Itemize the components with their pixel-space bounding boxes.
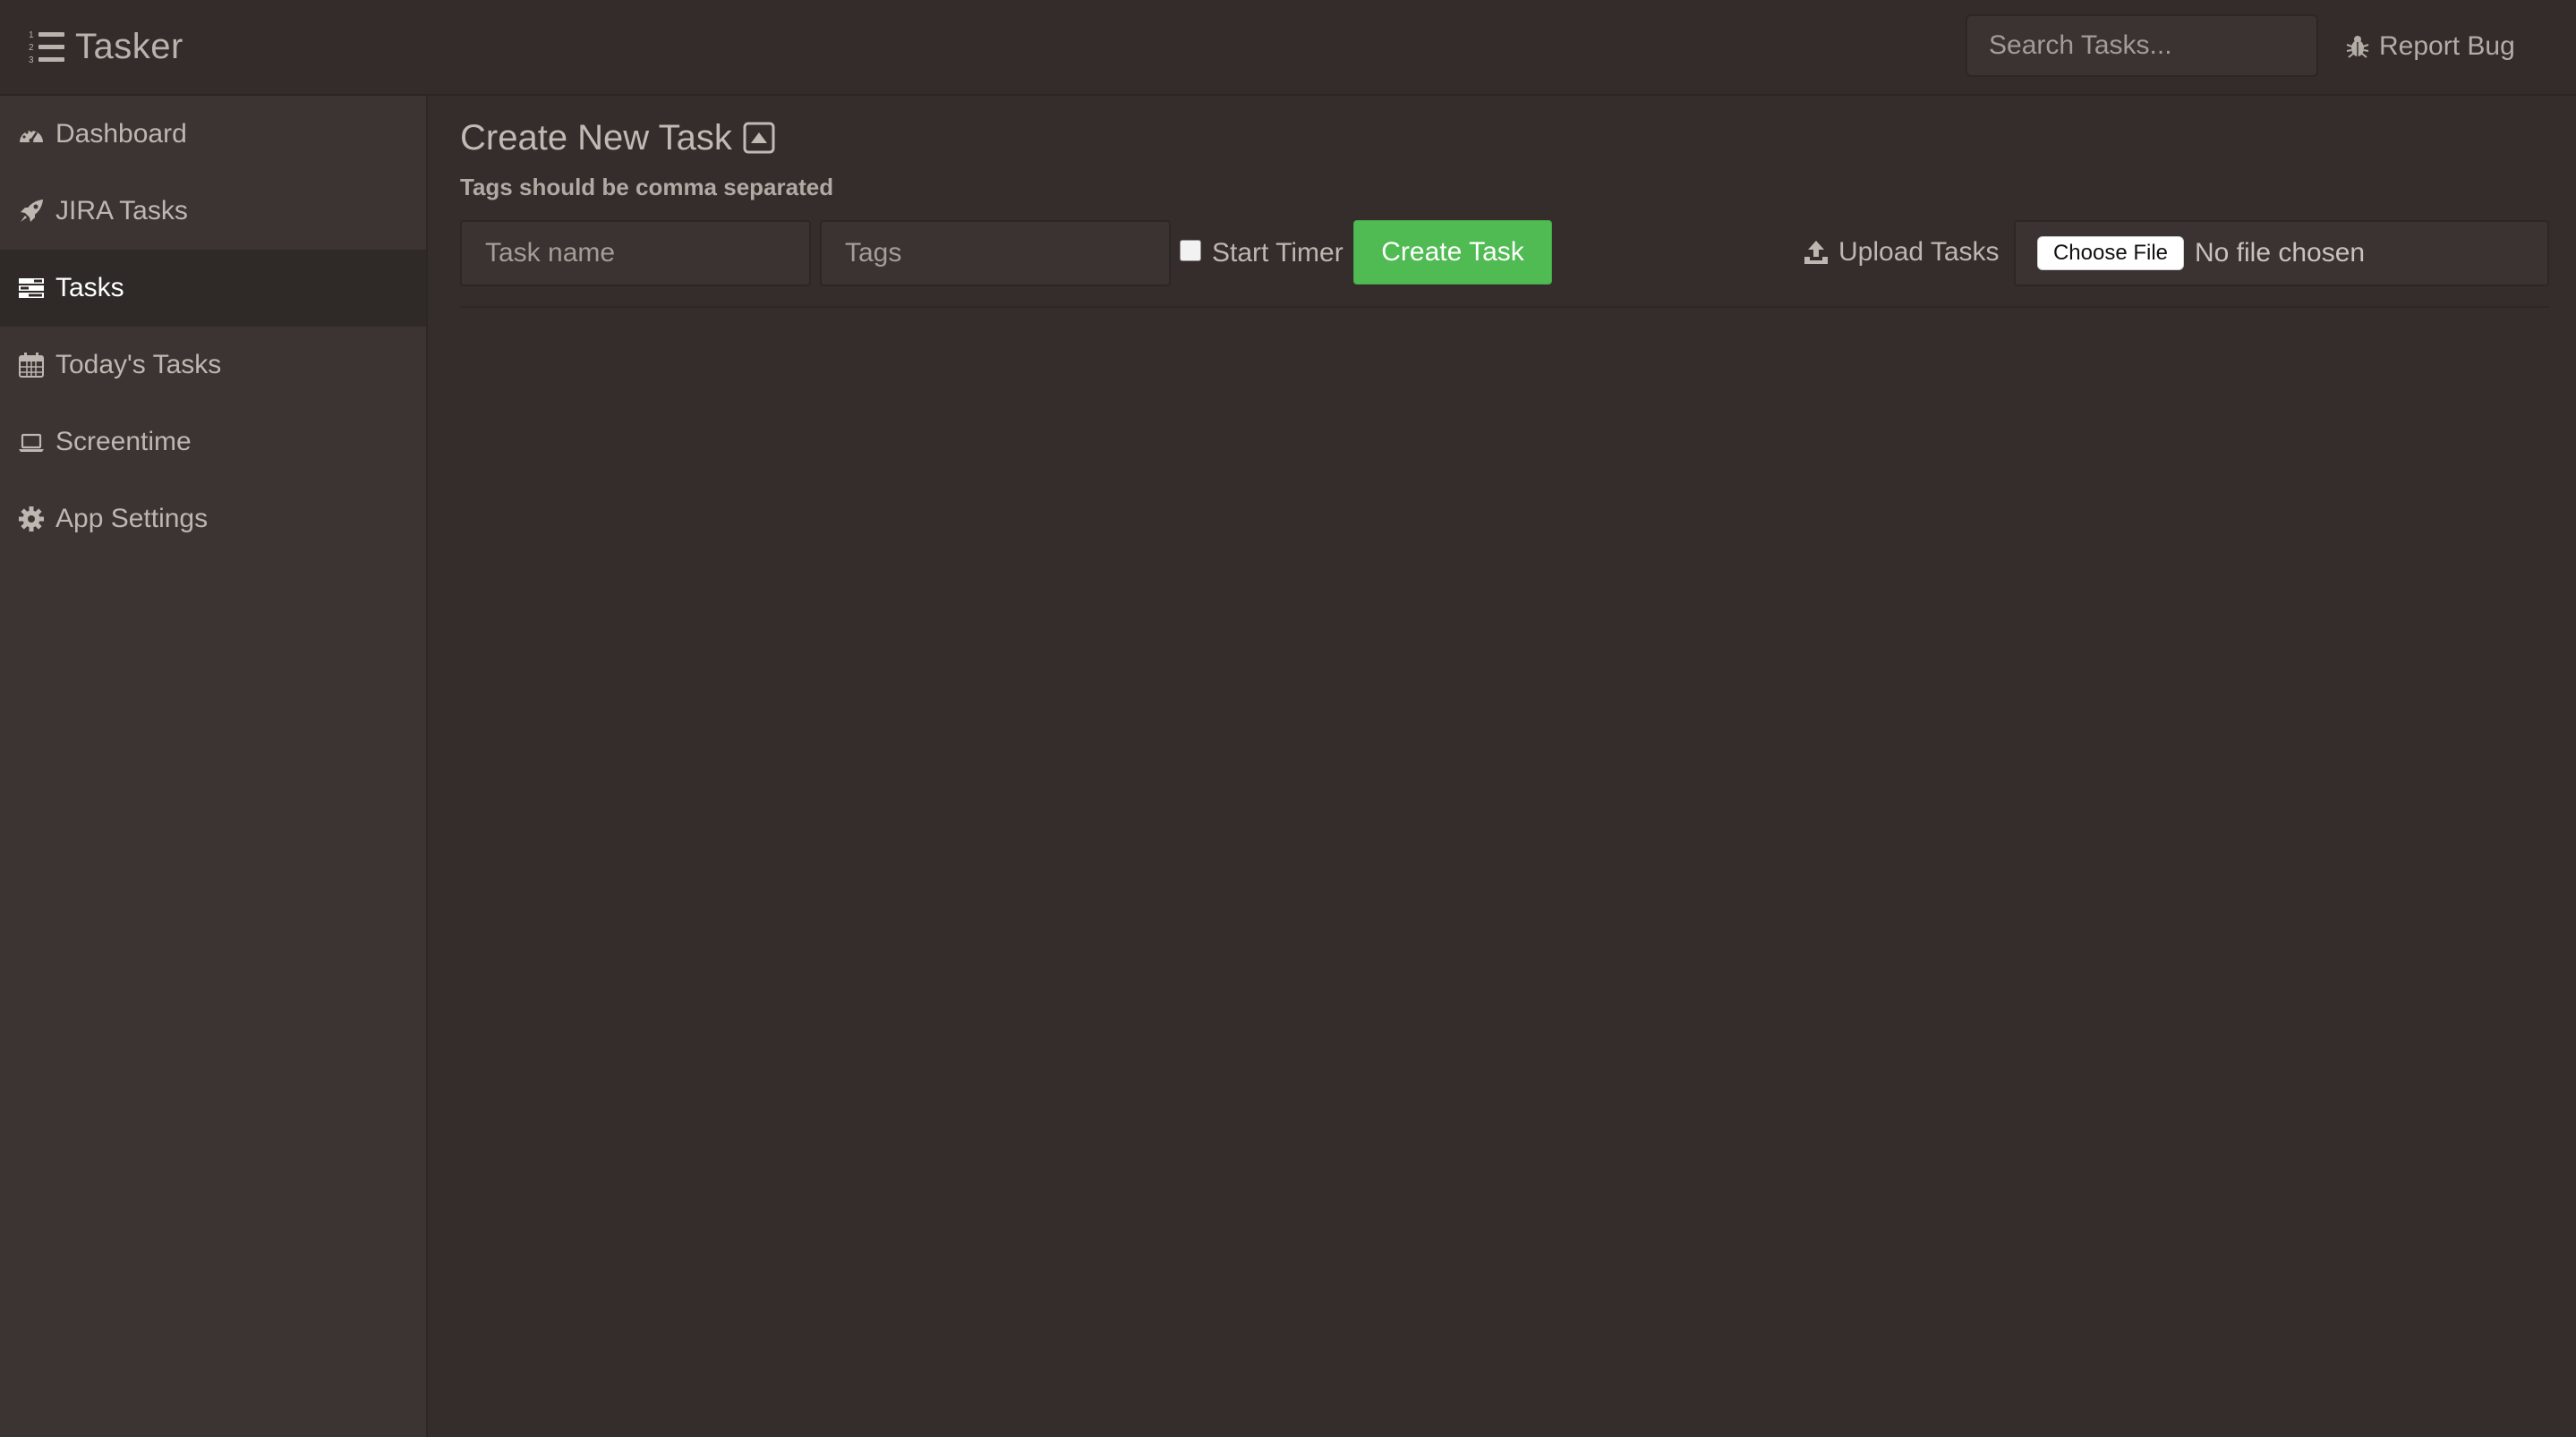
start-timer-toggle[interactable]: Start Timer	[1180, 220, 1343, 286]
sidebar-item-label: Tasks	[55, 273, 124, 302]
ordered-list-icon: 1 2 3	[29, 30, 64, 65]
collapse-up-icon[interactable]	[743, 122, 775, 154]
file-status-text: No file chosen	[2195, 238, 2366, 268]
top-navbar: 1 2 3 Tasker Report Bug	[0, 0, 2576, 96]
search-input[interactable]	[1966, 14, 2318, 77]
upload-icon	[1804, 241, 1828, 264]
sidebar-item-tasks[interactable]: Tasks	[0, 250, 426, 327]
file-upload-field[interactable]: Choose File No file chosen	[2014, 220, 2549, 286]
rocket-icon	[21, 200, 43, 222]
sidebar-item-dashboard[interactable]: Dashboard	[0, 96, 426, 173]
calendar-icon	[19, 353, 44, 378]
task-name-input[interactable]	[460, 220, 811, 286]
svg-text:2: 2	[29, 43, 34, 53]
sidebar: Dashboard JIRA Tasks Tasks Today's Tasks…	[0, 96, 428, 1437]
sidebar-item-label: JIRA Tasks	[55, 196, 188, 225]
create-task-button[interactable]: Create Task	[1353, 220, 1552, 285]
divider	[460, 306, 2549, 308]
tags-hint: Tags should be comma separated	[460, 174, 834, 200]
upload-tasks-label[interactable]: Upload Tasks	[1803, 220, 2000, 285]
gear-icon	[19, 506, 44, 531]
choose-file-button[interactable]: Choose File	[2037, 236, 2184, 270]
tasks-icon	[19, 278, 44, 298]
dashboard-icon	[20, 129, 43, 143]
brand-title: Tasker	[75, 26, 183, 66]
svg-text:3: 3	[29, 55, 34, 65]
sidebar-item-label: Screentime	[55, 427, 192, 456]
page-title-text: Create New Task	[460, 117, 732, 157]
sidebar-item-label: Dashboard	[55, 119, 187, 149]
sidebar-item-app-settings[interactable]: App Settings	[0, 480, 426, 557]
sidebar-item-jira-tasks[interactable]: JIRA Tasks	[0, 173, 426, 250]
brand-link[interactable]: 1 2 3 Tasker	[29, 23, 183, 70]
sidebar-item-todays-tasks[interactable]: Today's Tasks	[0, 327, 426, 404]
laptop-icon	[19, 433, 44, 452]
sidebar-item-label: Today's Tasks	[55, 350, 222, 379]
report-bug-label: Report Bug	[2379, 31, 2515, 61]
page-title: Create New Task	[460, 113, 775, 163]
sidebar-item-screentime[interactable]: Screentime	[0, 404, 426, 480]
bug-icon	[2346, 36, 2369, 58]
start-timer-checkbox[interactable]	[1180, 240, 1201, 261]
upload-tasks-text: Upload Tasks	[1838, 237, 2000, 267]
svg-text:1: 1	[29, 30, 34, 40]
start-timer-label: Start Timer	[1212, 238, 1343, 268]
report-bug-link[interactable]: Report Bug	[2345, 23, 2515, 70]
tags-input[interactable]	[820, 220, 1171, 286]
sidebar-item-label: App Settings	[55, 504, 209, 533]
